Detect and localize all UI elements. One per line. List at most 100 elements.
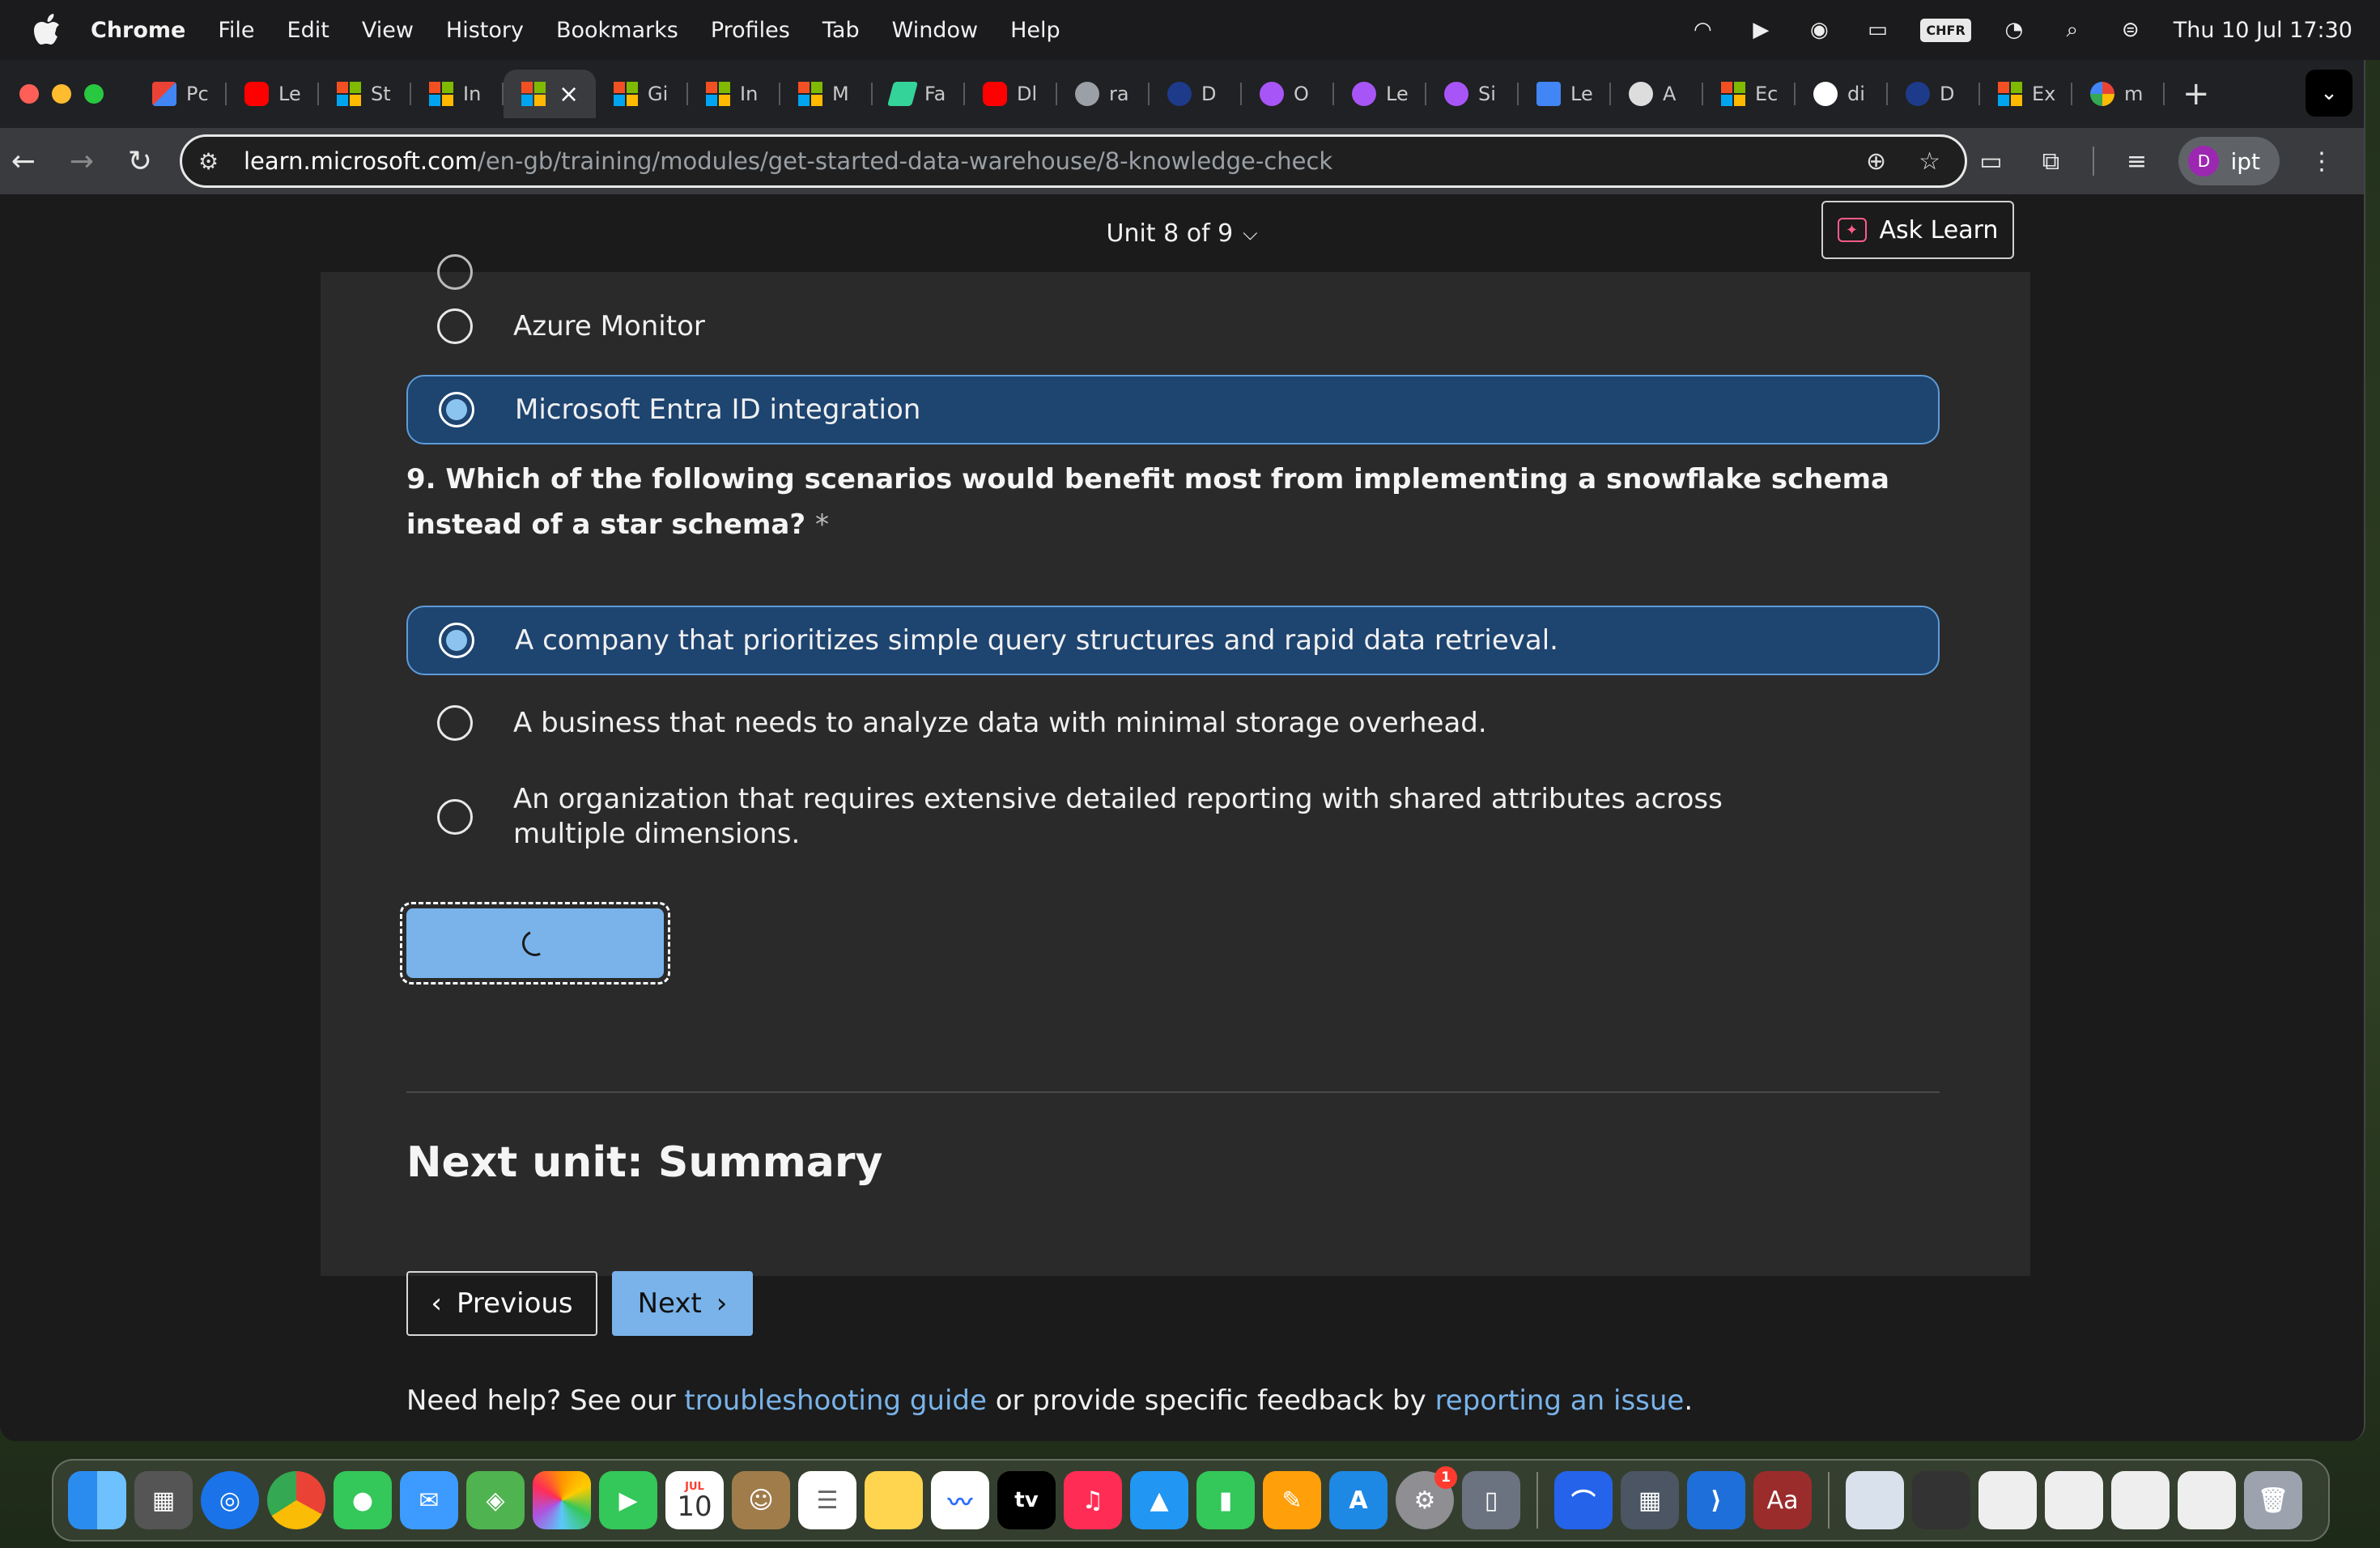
profile-button[interactable]: D ipt	[2178, 137, 2280, 185]
mail-icon[interactable]: ✉	[400, 1471, 458, 1529]
system-settings-icon[interactable]: ⚙ 1	[1396, 1466, 1457, 1529]
tab-17[interactable]: Ec	[1703, 70, 1796, 118]
messages-icon[interactable]: ●	[334, 1471, 392, 1529]
menu-history[interactable]: History	[446, 18, 524, 43]
submit-answers-button[interactable]	[406, 908, 664, 978]
tab-2[interactable]: St	[319, 70, 411, 118]
document-stack-icon[interactable]	[2111, 1471, 2170, 1529]
menu-app-name[interactable]: Chrome	[91, 18, 185, 43]
tab-8[interactable]: Fa	[873, 70, 965, 118]
safari-icon[interactable]: ◎	[201, 1471, 259, 1529]
back-button[interactable]: ←	[0, 138, 47, 185]
user-circle-icon[interactable]: ◉	[1804, 15, 1834, 45]
wifi-icon[interactable]: ◔	[1999, 15, 2029, 45]
trash-icon[interactable]: 🗑	[2244, 1471, 2302, 1529]
battery-charging-icon[interactable]: ▭	[1862, 15, 1893, 45]
vscode-icon[interactable]: ⟩	[1687, 1471, 1745, 1529]
ask-learn-button[interactable]: ✦ Ask Learn	[1821, 201, 2014, 259]
menu-view[interactable]: View	[362, 18, 414, 43]
photos-icon[interactable]	[533, 1471, 591, 1529]
tab-21[interactable]: m	[2072, 70, 2165, 118]
previous-button[interactable]: ‹ Previous	[406, 1271, 597, 1336]
menu-file[interactable]: File	[218, 18, 254, 43]
numbers-icon[interactable]: ▮	[1196, 1471, 1255, 1529]
calendar-icon[interactable]: JUL 10	[665, 1471, 724, 1529]
keynote-icon[interactable]: ▲	[1130, 1471, 1188, 1529]
troubleshooting-guide-link[interactable]: troubleshooting guide	[684, 1384, 987, 1417]
chrome-icon[interactable]	[267, 1471, 325, 1529]
apple-menu-icon[interactable]	[31, 14, 63, 46]
launchpad-icon[interactable]: ▦	[134, 1471, 193, 1529]
reload-button[interactable]: ↻	[117, 138, 164, 185]
tab-14[interactable]: Si	[1426, 70, 1519, 118]
downloads-stack-icon[interactable]	[1846, 1471, 1904, 1529]
document-stack-icon[interactable]	[2178, 1471, 2236, 1529]
tab-4[interactable]: ×	[504, 70, 596, 118]
close-window-button[interactable]	[19, 84, 39, 104]
tab-search-button[interactable]: ⌄	[2306, 70, 2352, 117]
menu-edit[interactable]: Edit	[287, 18, 329, 43]
notes-icon[interactable]	[865, 1471, 923, 1529]
document-stack-icon[interactable]	[1912, 1471, 1970, 1529]
tab-20[interactable]: Ex	[1980, 70, 2072, 118]
tab-18[interactable]: di	[1796, 70, 1888, 118]
forward-button[interactable]: →	[58, 138, 105, 185]
tab-0[interactable]: Pc	[134, 70, 227, 118]
extensions-icon[interactable]: ⧉	[2033, 143, 2068, 179]
q8-option-entra-id[interactable]: Microsoft Entra ID integration	[406, 375, 1940, 444]
app-store-icon[interactable]: A	[1329, 1471, 1388, 1529]
tab-13[interactable]: Le	[1334, 70, 1426, 118]
radio-button-selected[interactable]	[439, 392, 474, 427]
q9-option-a[interactable]: A company that prioritizes simple query …	[406, 606, 1940, 675]
maps-icon[interactable]: ◈	[466, 1471, 525, 1529]
radio-button-selected[interactable]	[439, 623, 474, 658]
menu-help[interactable]: Help	[1010, 18, 1060, 43]
zoom-window-button[interactable]	[84, 84, 104, 104]
calculator-icon[interactable]: ▦	[1621, 1471, 1679, 1529]
tab-7[interactable]: M	[780, 70, 873, 118]
report-issue-link[interactable]: reporting an issue	[1435, 1384, 1685, 1417]
radio-button[interactable]	[437, 308, 473, 344]
partial-radio[interactable]	[437, 254, 473, 290]
radio-button[interactable]	[437, 799, 473, 835]
tab-11[interactable]: D	[1150, 70, 1242, 118]
apple-tv-icon[interactable]: tv	[997, 1471, 1056, 1529]
tab-19[interactable]: D	[1888, 70, 1980, 118]
reading-list-icon[interactable]: ≡	[2119, 143, 2154, 179]
reminders-icon[interactable]: ☰	[798, 1471, 856, 1529]
menu-bar-clock[interactable]: Thu 10 Jul 17:30	[2174, 18, 2352, 43]
dictionary-icon[interactable]: Aa	[1753, 1471, 1812, 1529]
tab-10[interactable]: ra	[1057, 70, 1150, 118]
menu-bookmarks[interactable]: Bookmarks	[556, 18, 678, 43]
freeform-icon[interactable]: 〰	[931, 1471, 989, 1529]
control-center-icon[interactable]: ⊜	[2115, 15, 2146, 45]
iphone-mirroring-icon[interactable]: ▯	[1462, 1471, 1520, 1529]
menu-profiles[interactable]: Profiles	[711, 18, 790, 43]
q9-option-c[interactable]: An organization that requires extensive …	[406, 769, 1940, 865]
nordvpn-icon[interactable]: ⌒	[1554, 1471, 1613, 1529]
menu-window[interactable]: Window	[892, 18, 978, 43]
close-icon[interactable]: ×	[559, 80, 579, 108]
input-source-badge[interactable]: CHFR	[1920, 18, 1971, 42]
tab-5[interactable]: Gi	[596, 70, 688, 118]
tab-1[interactable]: Le	[227, 70, 319, 118]
address-bar[interactable]: ⚙ learn.microsoft.com/en-gb/training/mod…	[180, 134, 1967, 188]
minimize-window-button[interactable]	[52, 84, 71, 104]
menu-tab[interactable]: Tab	[822, 18, 860, 43]
next-button[interactable]: Next ›	[612, 1271, 753, 1336]
tab-9[interactable]: Dl	[965, 70, 1057, 118]
radio-button[interactable]	[437, 705, 473, 741]
zoom-icon[interactable]: ⊕	[1866, 147, 1886, 176]
tab-15[interactable]: Le	[1519, 70, 1611, 118]
document-stack-icon[interactable]	[2045, 1471, 2103, 1529]
music-icon[interactable]: ♫	[1064, 1471, 1122, 1529]
speedometer-icon[interactable]: ◠	[1687, 15, 1718, 45]
contacts-icon[interactable]: ☺	[732, 1471, 790, 1529]
finder-icon[interactable]	[68, 1471, 126, 1529]
document-stack-icon[interactable]	[1978, 1471, 2037, 1529]
bookmark-star-icon[interactable]: ☆	[1919, 147, 1940, 176]
site-info-icon[interactable]: ⚙	[198, 148, 231, 175]
tab-3[interactable]: In	[411, 70, 504, 118]
new-tab-button[interactable]: +	[2182, 75, 2210, 113]
q8-option-azure-monitor[interactable]: Azure Monitor	[406, 290, 1940, 363]
